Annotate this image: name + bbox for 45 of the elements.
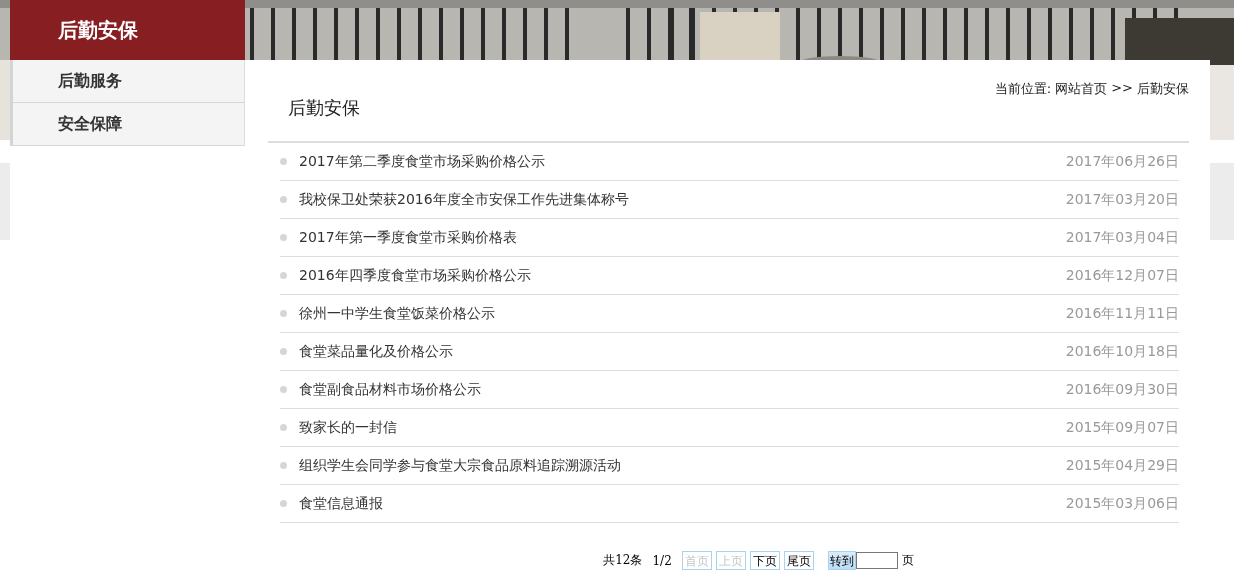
bullet-icon [280, 272, 287, 279]
bullet-icon [280, 424, 287, 431]
breadcrumb-separator: >> [1111, 80, 1133, 95]
article-link[interactable]: 2017年第一季度食堂市采购价格表 [299, 228, 1066, 247]
breadcrumb-link[interactable]: 网站首页 [1055, 80, 1108, 98]
bullet-icon [280, 500, 287, 507]
article-link[interactable]: 食堂菜品量化及价格公示 [299, 342, 1066, 361]
article-link[interactable]: 食堂副食品材料市场价格公示 [299, 380, 1066, 399]
bullet-icon [280, 386, 287, 393]
article-date: 2016年10月18日 [1065, 342, 1179, 361]
article-link[interactable]: 食堂信息通报 [299, 494, 1066, 513]
article-date: 2017年06月26日 [1065, 152, 1179, 171]
total-count: 共12条 [603, 552, 643, 569]
page-button[interactable]: 下页 [749, 551, 780, 570]
article-link[interactable]: 组织学生会同学参与食堂大宗食品原料追踪溯源活动 [299, 456, 1066, 475]
bullet-icon [280, 158, 287, 165]
article-date: 2017年03月04日 [1065, 228, 1179, 247]
article-date: 2016年11月11日 [1065, 304, 1179, 323]
article-date: 2016年09月30日 [1065, 380, 1179, 399]
page-unit: 页 [901, 552, 914, 569]
article-link[interactable]: 我校保卫处荣获2016年度全市安保工作先进集体称号 [299, 190, 1066, 209]
goto-button[interactable]: 转到 [827, 551, 856, 570]
page-input[interactable] [855, 552, 898, 569]
page-heading: 后勤安保 [287, 96, 360, 120]
article-link[interactable]: 2017年第二季度食堂市场采购价格公示 [299, 152, 1066, 171]
sidebar-item[interactable]: 安全保障 [10, 103, 245, 146]
article-date: 2015年09月07日 [1065, 418, 1179, 437]
bullet-icon [280, 234, 287, 241]
sidebar-item[interactable]: 后勤服务 [10, 60, 245, 103]
article-link[interactable]: 徐州一中学生食堂饭菜价格公示 [299, 304, 1066, 323]
bullet-icon [280, 196, 287, 203]
article-date: 2016年12月07日 [1065, 266, 1179, 285]
article-link[interactable]: 致家长的一封信 [299, 418, 1066, 437]
sidebar-title: 后勤安保 [10, 0, 245, 60]
article-date: 2017年03月20日 [1065, 190, 1179, 209]
page-indicator: 1/2 [652, 553, 672, 568]
bullet-icon [280, 462, 287, 469]
breadcrumb-label: 当前位置: [994, 80, 1052, 98]
article-date: 2015年03月06日 [1065, 494, 1179, 513]
article-date: 2015年04月29日 [1065, 456, 1179, 475]
breadcrumb-link[interactable]: 后勤安保 [1137, 80, 1189, 98]
article-link[interactable]: 2016年四季度食堂市场采购价格公示 [299, 266, 1066, 285]
bullet-icon [280, 310, 287, 317]
page-button[interactable]: 尾页 [783, 551, 814, 570]
bullet-icon [280, 348, 287, 355]
